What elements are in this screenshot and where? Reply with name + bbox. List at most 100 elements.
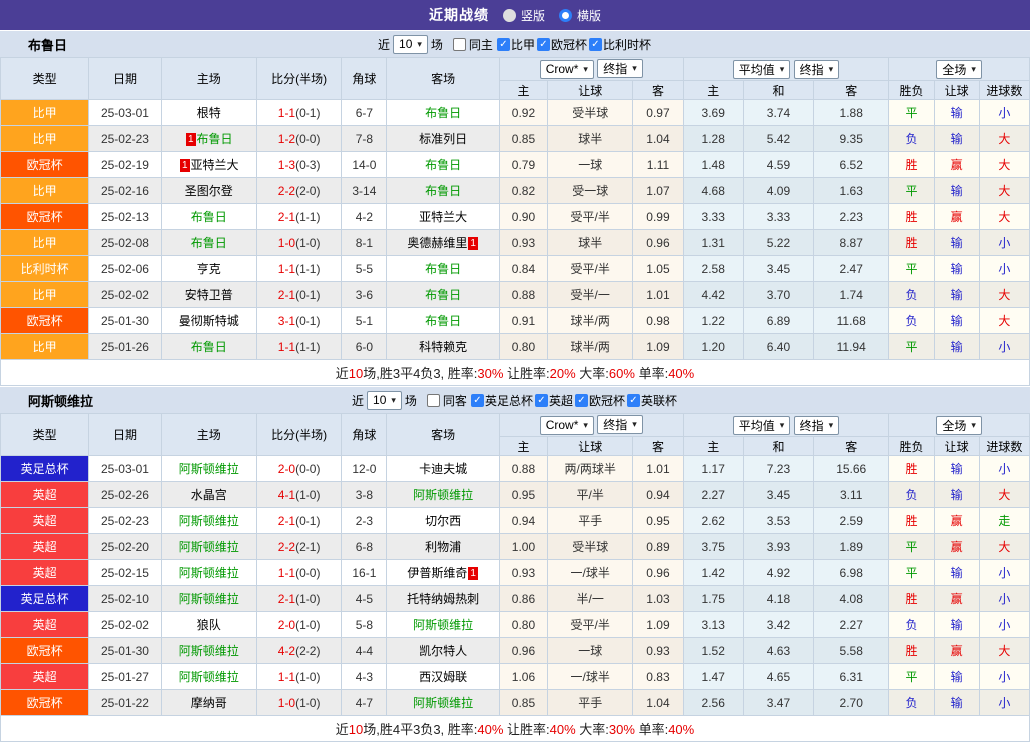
home-team-name: 阿斯顿维拉 [179, 566, 239, 580]
avg-draw-cell: 3.70 [743, 282, 813, 308]
average-select[interactable]: 平均值▾ [733, 416, 791, 435]
sub-header-goals: 进球数 [979, 437, 1029, 456]
company-select[interactable]: Crow*▾ [540, 60, 594, 79]
fulltime-score: 2-2 [278, 540, 295, 554]
goals-result-cell: 小 [979, 334, 1029, 360]
result-cell: 胜 [889, 152, 934, 178]
average-odds-group: 平均值▾ 终指▾ [683, 58, 889, 81]
halftime-score: (1-0) [295, 488, 320, 502]
result-cell: 胜 [889, 508, 934, 534]
match-row: 英足总杯25-03-01阿斯顿维拉2-0(0-0)12-0卡迪夫城0.88两/两… [1, 456, 1030, 482]
odds-away-cell: 0.94 [633, 482, 683, 508]
match-row: 英超25-02-23阿斯顿维拉2-1(0-1)2-3切尔西0.94平手0.952… [1, 508, 1030, 534]
score-cell: 2-2(2-0) [256, 178, 341, 204]
date-cell: 25-02-13 [89, 204, 161, 230]
avg-home-cell: 2.58 [683, 256, 743, 282]
col-header-away: 客场 [387, 414, 499, 456]
scope-select[interactable]: 全场▾ [936, 60, 982, 79]
average-odds-group: 平均值▾ 终指▾ [683, 414, 889, 437]
handicap-cell: 受一球 [548, 178, 633, 204]
away-team-cell: 布鲁日 [387, 178, 499, 204]
score-cell: 2-0(1-0) [256, 612, 341, 638]
halftime-score: (0-0) [295, 566, 320, 580]
date-cell: 25-01-22 [89, 690, 161, 716]
final-odds-select-2[interactable]: 终指▾ [794, 416, 840, 435]
date-cell: 25-02-15 [89, 560, 161, 586]
same-venue-checkbox[interactable] [453, 38, 466, 51]
away-team-cell: 凯尔特人 [387, 638, 499, 664]
chevron-down-icon: ▾ [391, 395, 396, 406]
result-cell: 平 [889, 664, 934, 690]
col-header-date: 日期 [89, 414, 161, 456]
average-select[interactable]: 平均值▾ [733, 60, 791, 79]
final-odds-select-2[interactable]: 终指▾ [794, 60, 840, 79]
league-checkbox[interactable]: ✓ [497, 38, 510, 51]
corner-cell: 16-1 [342, 560, 387, 586]
same-venue-checkbox[interactable] [427, 394, 440, 407]
home-team-name: 阿斯顿维拉 [179, 644, 239, 658]
layout-radio-vertical[interactable]: 竖版 [503, 7, 545, 24]
sub-header-avg-away: 客 [814, 81, 889, 100]
avg-home-cell: 2.27 [683, 482, 743, 508]
avg-home-cell: 1.52 [683, 638, 743, 664]
avg-draw-cell: 3.42 [743, 612, 813, 638]
handicap-cell: 球半/两 [548, 308, 633, 334]
scope-select[interactable]: 全场▾ [936, 416, 982, 435]
home-team-name: 狼队 [197, 618, 221, 632]
final-odds-select[interactable]: 终指▾ [597, 59, 643, 78]
league-checkbox[interactable]: ✓ [575, 394, 588, 407]
league-checkbox[interactable]: ✓ [537, 38, 550, 51]
company-select[interactable]: Crow*▾ [540, 416, 594, 435]
score-cell: 4-1(1-0) [256, 482, 341, 508]
fulltime-score: 3-1 [278, 314, 295, 328]
corner-cell: 8-1 [342, 230, 387, 256]
match-row: 欧冠杯25-02-13布鲁日2-1(1-1)4-2亚特兰大0.90受平/半0.9… [1, 204, 1030, 230]
handicap-cell: 受半球 [548, 534, 633, 560]
fulltime-score: 1-1 [278, 670, 295, 684]
col-header-score: 比分(半场) [256, 58, 341, 100]
home-team-cell: 1亚特兰大 [161, 152, 256, 178]
avg-draw-cell: 4.59 [743, 152, 813, 178]
team-name: 阿斯顿维拉 [28, 391, 93, 410]
company-odds-group: Crow*▾ 终指▾ [499, 414, 683, 437]
summary-row: 近10场,胜3平4负3, 胜率:30% 让胜率:20% 大率:60% 单率:40… [1, 360, 1030, 386]
fulltime-score: 2-1 [278, 514, 295, 528]
odds-home-cell: 0.85 [499, 690, 547, 716]
handicap-result-cell: 赢 [934, 534, 979, 560]
date-cell: 25-02-23 [89, 126, 161, 152]
avg-away-cell: 1.74 [814, 282, 889, 308]
layout-radio-horizontal[interactable]: 横版 [559, 7, 601, 24]
corner-cell: 4-7 [342, 690, 387, 716]
league-checkbox[interactable]: ✓ [589, 38, 602, 51]
away-team-name: 西汉姆联 [419, 670, 467, 684]
handicap-cell: 平手 [548, 508, 633, 534]
league-checkbox[interactable]: ✓ [627, 394, 640, 407]
league-checkbox[interactable]: ✓ [535, 394, 548, 407]
avg-draw-cell: 6.40 [743, 334, 813, 360]
score-cell: 2-1(1-0) [256, 586, 341, 612]
goals-result-cell: 小 [979, 456, 1029, 482]
avg-away-cell: 9.35 [814, 126, 889, 152]
col-header-type: 类型 [1, 414, 89, 456]
league-checkbox-label: 比甲 [511, 36, 535, 53]
avg-draw-cell: 3.74 [743, 100, 813, 126]
league-checkbox[interactable]: ✓ [471, 394, 484, 407]
home-team-cell: 阿斯顿维拉 [161, 508, 256, 534]
recent-count-select[interactable]: 10▾ [393, 35, 428, 54]
home-team-name: 阿斯顿维拉 [179, 462, 239, 476]
away-team-cell: 卡迪夫城 [387, 456, 499, 482]
avg-draw-cell: 7.23 [743, 456, 813, 482]
scope-group: 全场▾ [889, 414, 1030, 437]
date-cell: 25-03-01 [89, 456, 161, 482]
home-team-cell: 阿斯顿维拉 [161, 456, 256, 482]
home-team-cell: 安特卫普 [161, 282, 256, 308]
handicap-cell: 球半 [548, 126, 633, 152]
final-odds-select[interactable]: 终指▾ [597, 415, 643, 434]
odds-away-cell: 0.96 [633, 230, 683, 256]
recent-count-select[interactable]: 10▾ [367, 391, 402, 410]
unit-label: 场 [405, 392, 417, 409]
avg-home-cell: 1.75 [683, 586, 743, 612]
chevron-down-icon: ▾ [583, 420, 588, 431]
home-team-name: 阿斯顿维拉 [179, 592, 239, 606]
match-row: 比甲25-02-231布鲁日1-2(0-0)7-8标准列日0.85球半1.041… [1, 126, 1030, 152]
